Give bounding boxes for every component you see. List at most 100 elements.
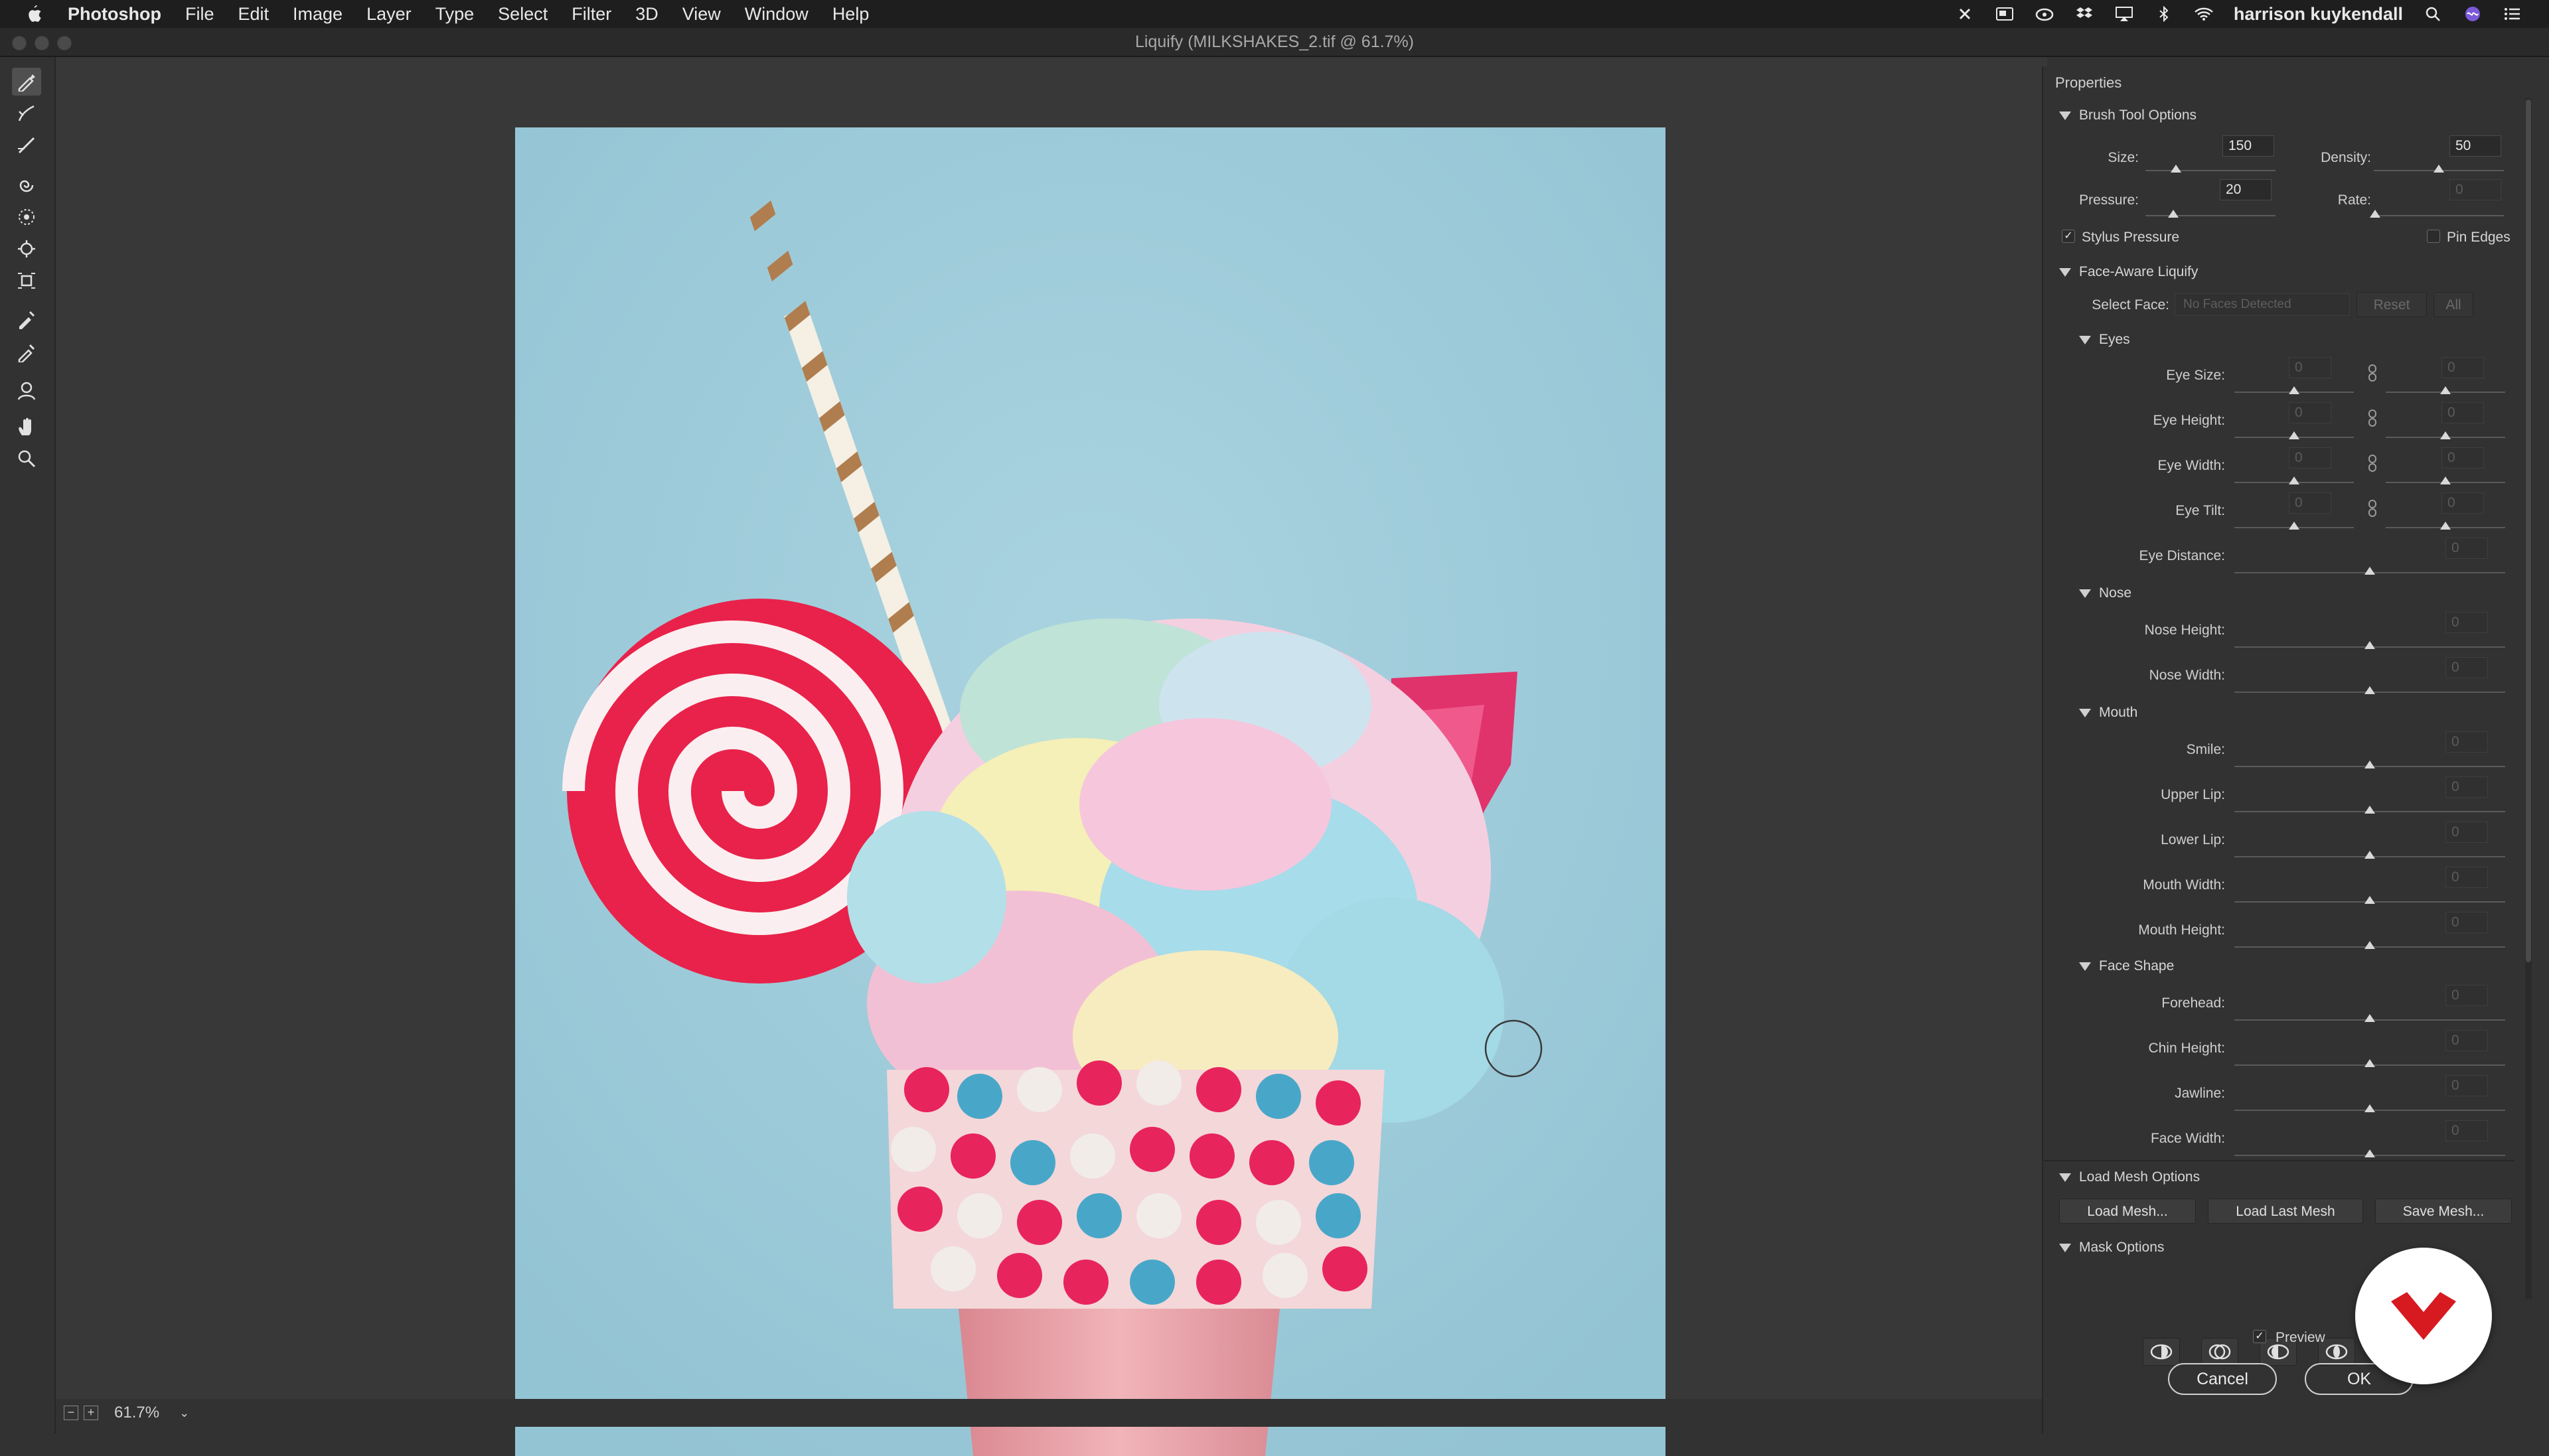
- density-label: Density:: [2321, 150, 2371, 165]
- menu-app-photoshop[interactable]: Photoshop: [68, 4, 161, 25]
- pucker-tool-icon[interactable]: [12, 203, 41, 231]
- zoom-out-button[interactable]: −: [64, 1406, 78, 1420]
- face-aware-header[interactable]: Face-Aware Liquify: [2059, 264, 2198, 280]
- pin-edges-checkbox[interactable]: [2427, 230, 2440, 243]
- zoom-dropdown-icon[interactable]: ⌄: [179, 1406, 189, 1420]
- wifi-icon[interactable]: [2194, 5, 2214, 23]
- eye-tilt-label: Eye Tilt:: [2175, 503, 2225, 518]
- mask-add-icon[interactable]: [2201, 1338, 2238, 1366]
- chin-height-label: Chin Height:: [2148, 1041, 2225, 1056]
- smooth-tool-icon[interactable]: [12, 131, 41, 159]
- nose-header[interactable]: Nose: [2079, 585, 2131, 601]
- density-slider-thumb[interactable]: [2433, 165, 2444, 173]
- select-face-dropdown: No Faces Detected: [2175, 293, 2350, 316]
- brush-options-header[interactable]: Brush Tool Options: [2059, 108, 2197, 123]
- eye-height-label: Eye Height:: [2153, 413, 2225, 428]
- collapse-triangle-icon: [2059, 1173, 2071, 1182]
- menu-type[interactable]: Type: [435, 4, 475, 25]
- nose-height-thumb: [2364, 641, 2375, 649]
- nose-width-thumb: [2364, 686, 2375, 694]
- menu-edit[interactable]: Edit: [238, 4, 270, 25]
- pressure-slider[interactable]: [2145, 215, 2276, 216]
- user-name[interactable]: harrison kuykendall: [2234, 4, 2403, 25]
- pin-edges-label: Pin Edges: [2447, 230, 2510, 245]
- screen-capture-icon[interactable]: [1995, 5, 2015, 23]
- milkshake-image[interactable]: [515, 127, 1665, 1456]
- menu-select[interactable]: Select: [498, 4, 548, 25]
- jawline-field: 0: [2445, 1075, 2488, 1096]
- airplay-icon[interactable]: [2114, 5, 2134, 23]
- bloat-tool-icon[interactable]: [12, 235, 41, 263]
- panel-title: Properties: [2055, 74, 2122, 91]
- rate-field: 0: [2449, 179, 2501, 200]
- zoom-in-button[interactable]: +: [84, 1406, 98, 1420]
- preview-label: Preview: [2276, 1330, 2325, 1345]
- dropbox-icon[interactable]: [2074, 5, 2094, 23]
- size-slider[interactable]: [2145, 170, 2276, 171]
- apple-icon[interactable]: [25, 4, 42, 24]
- window-close-button[interactable]: [12, 36, 27, 50]
- load-mesh-button[interactable]: Load Mesh...: [2059, 1199, 2196, 1224]
- eye-height-left-field: 0: [2289, 402, 2331, 423]
- tools-icon[interactable]: [1955, 5, 1975, 23]
- pressure-field[interactable]: 20: [2220, 179, 2272, 200]
- mouth-height-label: Mouth Height:: [2138, 922, 2225, 938]
- creative-cloud-icon[interactable]: [2035, 5, 2054, 23]
- window-zoom-button[interactable]: [57, 36, 72, 50]
- chin-height-field: 0: [2445, 1030, 2488, 1051]
- notification-center-icon[interactable]: [2503, 5, 2522, 23]
- link-icon: [2368, 455, 2376, 472]
- siri-icon[interactable]: [2463, 5, 2483, 23]
- density-field[interactable]: 50: [2449, 135, 2501, 157]
- menu-view[interactable]: View: [682, 4, 721, 25]
- freeze-mask-tool-icon[interactable]: [12, 305, 41, 333]
- window-minimize-button[interactable]: [35, 36, 49, 50]
- eye-tilt-right-field: 0: [2441, 492, 2484, 514]
- reconstruct-tool-icon[interactable]: [12, 100, 41, 127]
- mask-options-header[interactable]: Mask Options: [2059, 1240, 2164, 1256]
- select-face-label: Select Face:: [2092, 297, 2169, 313]
- push-left-tool-icon[interactable]: [12, 267, 41, 295]
- thaw-mask-tool-icon[interactable]: [12, 338, 41, 366]
- twirl-clockwise-tool-icon[interactable]: [12, 171, 41, 199]
- forehead-label: Forehead:: [2161, 995, 2225, 1011]
- face-shape-header[interactable]: Face Shape: [2079, 958, 2174, 974]
- link-icon: [2368, 500, 2376, 517]
- menu-image[interactable]: Image: [293, 4, 343, 25]
- rate-slider: [2374, 215, 2504, 216]
- load-last-mesh-button[interactable]: Load Last Mesh: [2208, 1199, 2363, 1224]
- hand-tool-icon[interactable]: [12, 413, 41, 441]
- size-field[interactable]: 150: [2222, 135, 2274, 157]
- mask-replace-icon[interactable]: [2143, 1338, 2180, 1366]
- bluetooth-icon[interactable]: [2154, 5, 2174, 23]
- status-bar: − + 61.7% ⌄: [56, 1399, 2047, 1427]
- mouth-header[interactable]: Mouth: [2079, 705, 2137, 721]
- panel-scrollbar-thumb[interactable]: [2526, 100, 2531, 962]
- load-mesh-header[interactable]: Load Mesh Options: [2059, 1169, 2200, 1185]
- menu-3d[interactable]: 3D: [635, 4, 658, 25]
- menu-file[interactable]: File: [185, 4, 214, 25]
- menu-window[interactable]: Window: [745, 4, 809, 25]
- preview-checkbox[interactable]: ✓: [2253, 1330, 2266, 1343]
- size-slider-thumb[interactable]: [2171, 165, 2181, 173]
- save-mesh-button[interactable]: Save Mesh...: [2375, 1199, 2512, 1224]
- rate-label: Rate:: [2337, 192, 2371, 208]
- red-chevron-logo-icon: [2391, 1292, 2456, 1340]
- eyes-header[interactable]: Eyes: [2079, 332, 2130, 348]
- spotlight-search-icon[interactable]: [2423, 5, 2443, 23]
- lower-lip-label: Lower Lip:: [2161, 832, 2225, 847]
- face-tool-icon[interactable]: [12, 377, 41, 405]
- stylus-pressure-checkbox[interactable]: ✓: [2062, 230, 2075, 243]
- pressure-slider-thumb[interactable]: [2168, 210, 2179, 218]
- canvas-area[interactable]: [56, 57, 2047, 1456]
- menu-filter[interactable]: Filter: [572, 4, 611, 25]
- zoom-tool-icon[interactable]: [12, 445, 41, 473]
- forward-warp-tool-icon[interactable]: [12, 68, 41, 96]
- eye-height-right-thumb: [2440, 431, 2451, 439]
- eye-height-left-thumb: [2289, 431, 2299, 439]
- cancel-button[interactable]: Cancel: [2168, 1363, 2277, 1395]
- menu-layer[interactable]: Layer: [366, 4, 412, 25]
- menu-bar-tray: harrison kuykendall: [1955, 0, 2522, 28]
- zoom-level[interactable]: 61.7%: [114, 1404, 159, 1422]
- menu-help[interactable]: Help: [832, 4, 870, 25]
